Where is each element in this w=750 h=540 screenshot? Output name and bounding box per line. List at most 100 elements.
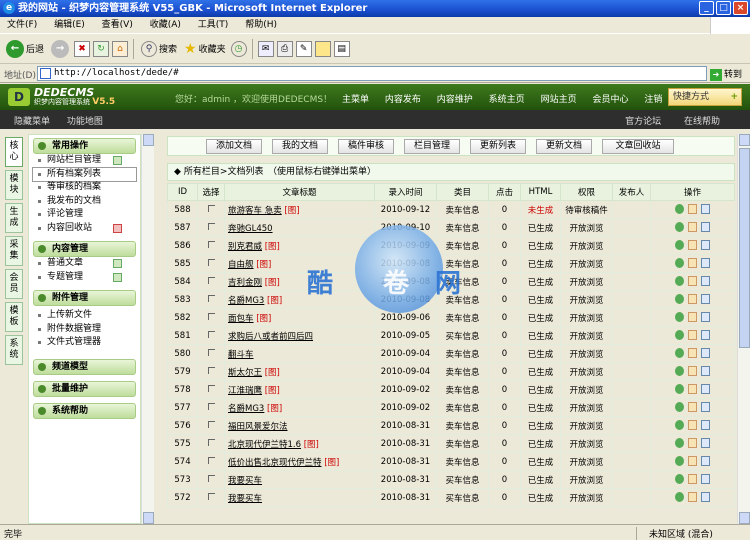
edit-icon[interactable]: [688, 438, 697, 449]
preview-icon[interactable]: [701, 330, 710, 341]
row-category[interactable]: 买车信息: [436, 470, 489, 489]
maximize-button[interactable]: □: [716, 1, 731, 15]
tab-member[interactable]: 会员: [5, 269, 23, 299]
update-list-button[interactable]: 更新列表: [470, 139, 526, 154]
research-icon[interactable]: ▤: [333, 40, 350, 57]
row-title-link[interactable]: 我要买车: [228, 494, 262, 504]
row-checkbox[interactable]: [197, 236, 225, 255]
edit-icon[interactable]: [688, 348, 697, 359]
row-checkbox[interactable]: [197, 218, 225, 237]
refresh-icon[interactable]: ↻: [93, 40, 110, 57]
close-button[interactable]: ×: [733, 1, 748, 15]
edit-icon[interactable]: [688, 312, 697, 323]
sidebar-item-topic[interactable]: 专题管理: [33, 271, 136, 285]
forward-button[interactable]: →: [49, 39, 71, 58]
check-icon[interactable]: [675, 330, 684, 341]
preview-icon[interactable]: [701, 474, 710, 485]
edit-icon[interactable]: [688, 204, 697, 215]
row-checkbox[interactable]: [197, 344, 225, 363]
preview-icon[interactable]: [701, 420, 710, 431]
row-title-link[interactable]: 我要买车: [228, 476, 262, 486]
row-title-link[interactable]: 别克君威: [228, 242, 262, 252]
nav-site-home[interactable]: 网站主页: [541, 95, 577, 105]
catalog-button[interactable]: 栏目管理: [404, 139, 460, 154]
home-icon[interactable]: ⌂: [112, 40, 129, 57]
edit-icon[interactable]: [688, 330, 697, 341]
recycle-bin-button[interactable]: 文章回收站: [602, 139, 674, 154]
sidebar-group-header[interactable]: 常用操作: [33, 138, 136, 154]
row-title-link[interactable]: 名爵MG3: [228, 404, 264, 414]
tab-core[interactable]: 核心: [5, 137, 23, 167]
row-title-link[interactable]: 求购后八或者前四后四: [228, 332, 313, 342]
nav-system-home[interactable]: 系统主页: [489, 95, 525, 105]
checkbox-icon[interactable]: [207, 474, 215, 482]
menu-view[interactable]: 查看(V): [95, 17, 140, 34]
check-icon[interactable]: [675, 204, 684, 215]
row-title-link[interactable]: 江淮瑞鹰: [228, 386, 262, 396]
sidebar-item-upload[interactable]: 上传新文件: [33, 309, 136, 323]
preview-icon[interactable]: [701, 366, 710, 377]
edit-icon[interactable]: [688, 474, 697, 485]
clear-icon[interactable]: [113, 223, 122, 233]
add-icon[interactable]: [113, 259, 122, 268]
checkbox-icon[interactable]: [207, 384, 215, 392]
tab-template[interactable]: 模板: [5, 302, 23, 332]
row-checkbox[interactable]: [197, 326, 225, 345]
print-icon[interactable]: ⎙: [276, 40, 293, 57]
check-icon[interactable]: [675, 258, 684, 269]
nav-content-maintain[interactable]: 内容维护: [437, 95, 473, 105]
preview-icon[interactable]: [701, 402, 710, 413]
update-docs-button[interactable]: 更新文档: [536, 139, 592, 154]
check-icon[interactable]: [675, 402, 684, 413]
edit-icon[interactable]: [688, 384, 697, 395]
preview-icon[interactable]: [701, 384, 710, 395]
row-title-link[interactable]: 北京现代伊兰特1.6: [228, 440, 301, 450]
row-checkbox[interactable]: [197, 398, 225, 417]
sidebar-item-article[interactable]: 普通文章: [33, 257, 136, 271]
preview-icon[interactable]: [701, 276, 710, 287]
row-title-link[interactable]: 奔驰GL450: [228, 224, 273, 234]
hide-menu-link[interactable]: 隐藏菜单: [14, 117, 50, 127]
check-icon[interactable]: [675, 222, 684, 233]
check-icon[interactable]: [675, 276, 684, 287]
edit-icon[interactable]: [688, 276, 697, 287]
discuss-icon[interactable]: [314, 40, 331, 57]
favorites-button[interactable]: ★ 收藏夹: [182, 41, 228, 57]
check-icon[interactable]: [675, 456, 684, 467]
edit-icon[interactable]: [688, 294, 697, 305]
sidebar-group-header[interactable]: 频道模型: [33, 358, 136, 375]
check-icon[interactable]: [675, 420, 684, 431]
row-category[interactable]: 卖车信息: [436, 434, 489, 453]
row-title-link[interactable]: 福田风景爱尔法: [228, 422, 288, 432]
check-icon[interactable]: [675, 474, 684, 485]
row-category[interactable]: 卖车信息: [436, 416, 489, 435]
row-title-link[interactable]: 面包车: [228, 314, 254, 324]
menu-tools[interactable]: 工具(T): [191, 17, 236, 34]
checkbox-icon[interactable]: [207, 330, 215, 338]
checkbox-icon[interactable]: [207, 456, 215, 464]
menu-help[interactable]: 帮助(H): [238, 17, 284, 34]
row-title-link[interactable]: 翻斗车: [228, 350, 254, 360]
nav-main-menu[interactable]: 主菜单: [342, 95, 369, 105]
row-category[interactable]: 卖车信息: [436, 200, 489, 219]
sidebar-item-attach-data[interactable]: 附件数据管理: [33, 323, 136, 337]
row-category[interactable]: 卖车信息: [436, 344, 489, 363]
nav-content-publish[interactable]: 内容发布: [385, 95, 421, 105]
row-title-link[interactable]: 旅游客车 急卖: [228, 206, 282, 216]
edit-icon[interactable]: [688, 420, 697, 431]
edit-icon[interactable]: [688, 366, 697, 377]
menu-favorites[interactable]: 收藏(A): [143, 17, 188, 34]
nav-logout[interactable]: 注销: [644, 95, 662, 105]
row-checkbox[interactable]: [197, 362, 225, 381]
online-help-link[interactable]: 在线帮助: [684, 117, 720, 127]
sidebar-group-header[interactable]: 系统帮助: [33, 402, 136, 419]
edit-icon[interactable]: [688, 402, 697, 413]
my-docs-button[interactable]: 我的文档: [272, 139, 328, 154]
row-title-link[interactable]: 低价出售北京现代伊兰特: [228, 458, 322, 468]
main-scrollbar[interactable]: [737, 134, 750, 524]
preview-icon[interactable]: [701, 294, 710, 305]
row-title-link[interactable]: 斯太尔王: [228, 368, 262, 378]
stop-icon[interactable]: ✖: [74, 40, 91, 57]
tab-collect[interactable]: 采集: [5, 236, 23, 266]
shortcut-dropdown[interactable]: 快捷方式 +: [668, 88, 742, 106]
